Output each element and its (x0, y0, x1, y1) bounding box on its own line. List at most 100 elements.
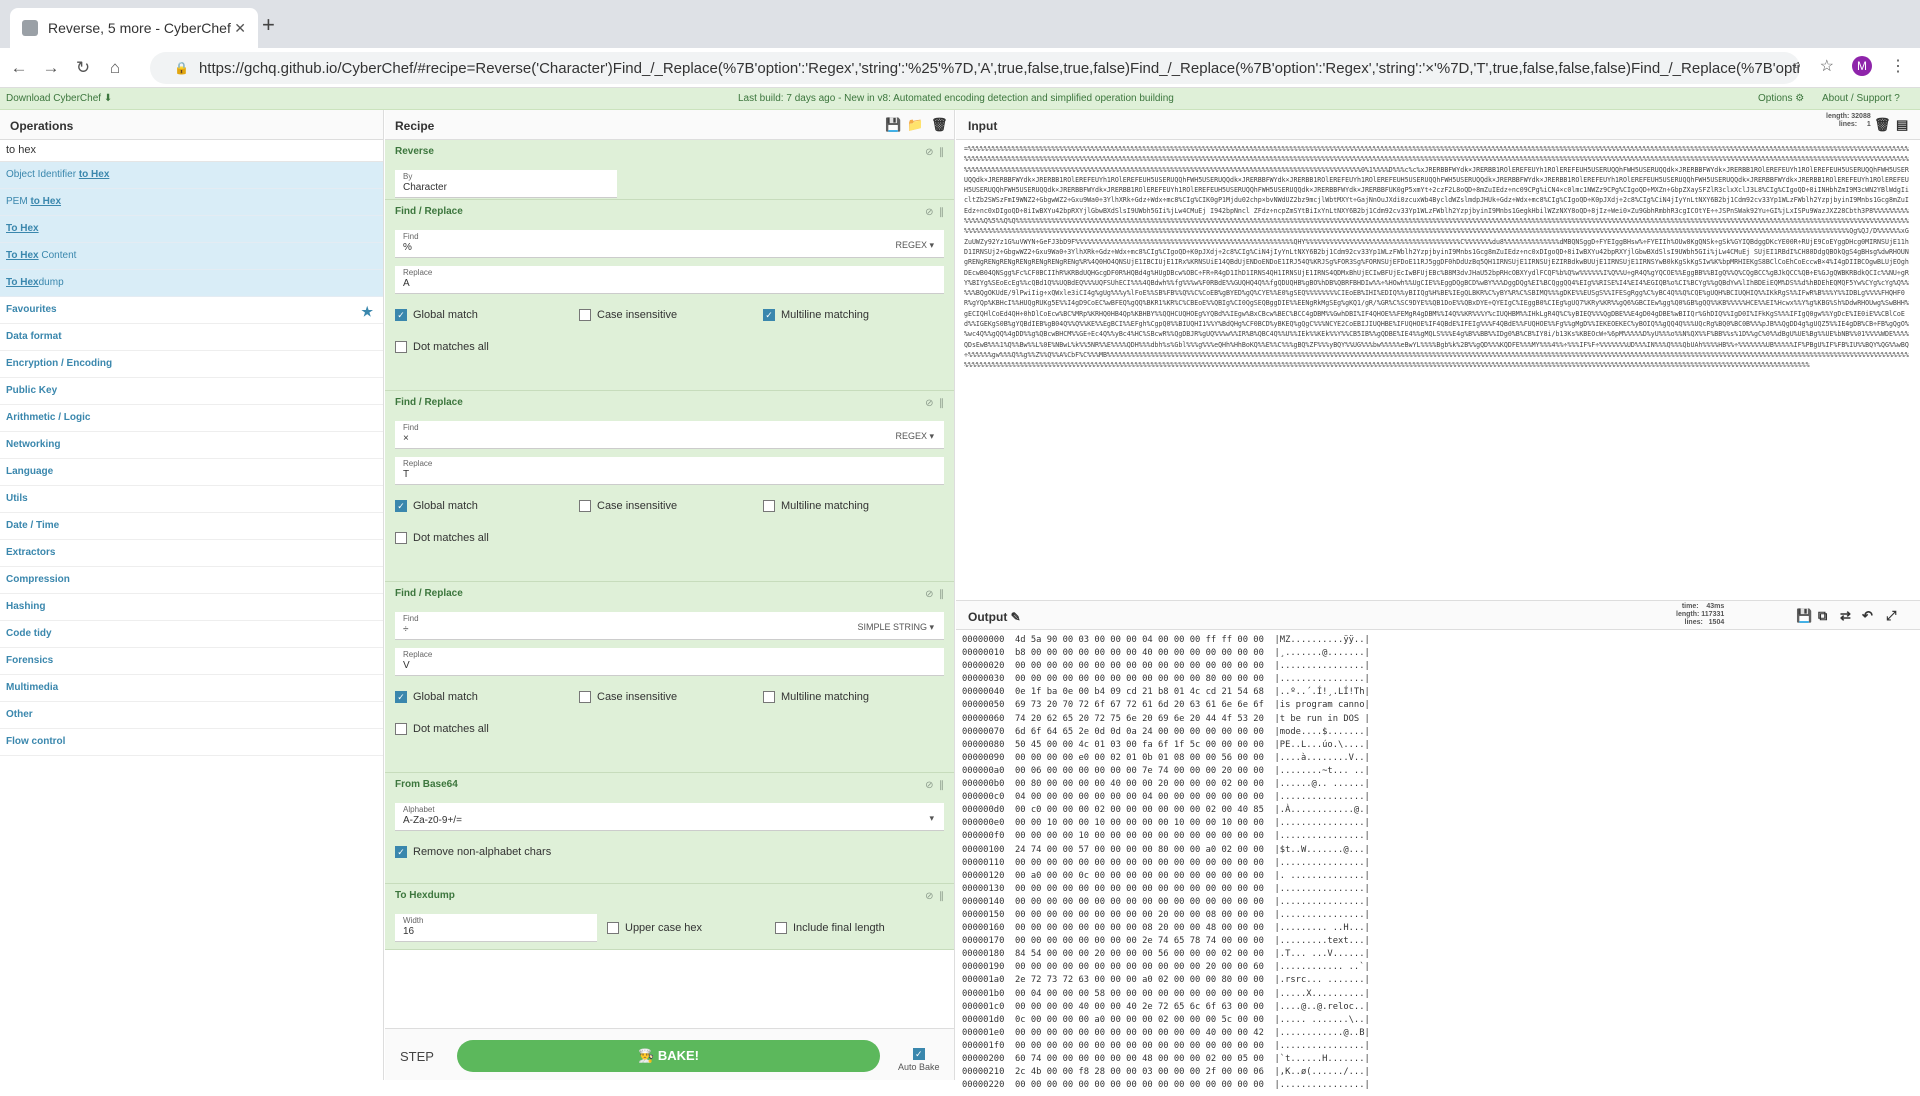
hexdump-line: 00000130 00 00 00 00 00 00 00 00 00 00 0… (962, 883, 1914, 896)
alphabet-select[interactable]: AlphabetA-Za-z0-9+/=▾ (395, 803, 944, 831)
global-match-checkbox[interactable]: ✓Global match (395, 500, 579, 512)
category-networking[interactable]: Networking (0, 432, 383, 459)
dot-matches-all-checkbox[interactable]: Dot matches all (395, 341, 489, 353)
mode-value: REGEX (895, 240, 927, 250)
output-meta: time: 43ms length: 117331 lines: 1504 (1676, 603, 1724, 627)
upper-case-hex-checkbox[interactable]: Upper case hex (607, 922, 775, 934)
url-field[interactable]: 🔒https://gchq.github.io/CyberChef/#recip… (150, 52, 1800, 84)
category-language[interactable]: Language (0, 459, 383, 486)
category-date-time[interactable]: Date / Time (0, 513, 383, 540)
menu-icon[interactable]: ⋮ (1890, 56, 1906, 76)
category-utils[interactable]: Utils (0, 486, 383, 513)
find-input[interactable]: Find%REGEX ▾ (395, 230, 944, 258)
op-controls[interactable]: ⊘ ∥ (925, 398, 944, 409)
copy-icon[interactable]: ⧉ (1818, 608, 1827, 624)
mode-dropdown[interactable]: SIMPLE STRING ▾ (857, 622, 934, 633)
operation-result[interactable]: To Hexdump (0, 270, 383, 297)
category-encryption-encoding[interactable]: Encryption / Encoding (0, 351, 383, 378)
category-other[interactable]: Other (0, 702, 383, 729)
mode-dropdown[interactable]: REGEX ▾ (895, 240, 934, 251)
home-icon[interactable]: ⌂ (102, 58, 128, 78)
category-arithmetic-logic[interactable]: Arithmetic / Logic (0, 405, 383, 432)
category-compression[interactable]: Compression (0, 567, 383, 594)
save-icon[interactable]: 💾 (1796, 608, 1812, 624)
by-select[interactable]: ByCharacter (395, 170, 617, 198)
case-insensitive-checkbox[interactable]: Case insensitive (579, 500, 763, 512)
operation-result[interactable]: To Hex (0, 216, 383, 243)
width-input[interactable]: Width16 (395, 914, 597, 942)
hexdump-line: 000001a0 2e 72 73 72 63 00 00 00 a0 02 0… (962, 974, 1914, 987)
profile-avatar[interactable]: M (1852, 56, 1872, 76)
layout-icon[interactable]: ▤ (1896, 117, 1908, 133)
find-input[interactable]: Find×REGEX ▾ (395, 421, 944, 449)
remove-non-alphabet-checkbox[interactable]: ✓Remove non-alphabet chars (395, 846, 551, 858)
input-textarea[interactable]: =%%%%%%%%%%%%%%%%%%%%%%%%%%%%%%%%%%%%%%%… (956, 140, 1920, 600)
category-flow-control[interactable]: Flow control (0, 729, 383, 756)
case-insensitive-checkbox[interactable]: Case insensitive (579, 691, 763, 703)
replace-input[interactable]: ReplaceA (395, 266, 944, 294)
mode-dropdown[interactable]: REGEX ▾ (895, 431, 934, 442)
replace-input[interactable]: ReplaceV (395, 648, 944, 676)
multiline-checkbox[interactable]: Multiline matching (763, 691, 869, 703)
undo-icon[interactable]: ↶ (1862, 608, 1873, 624)
trash-icon[interactable]: 🗑 (1874, 117, 1891, 133)
zoom-icon[interactable]: ⌕ (1793, 57, 1802, 75)
step-button[interactable]: STEP (400, 1049, 434, 1064)
operation-result[interactable]: PEM to Hex (0, 189, 383, 216)
category-code-tidy[interactable]: Code tidy (0, 621, 383, 648)
maximise-icon[interactable]: ⤢ (1886, 608, 1896, 624)
replace-input-icon[interactable]: ⇄ (1840, 608, 1851, 624)
category-public-key[interactable]: Public Key (0, 378, 383, 405)
dot-matches-all-checkbox[interactable]: Dot matches all (395, 723, 489, 735)
auto-bake-checkbox[interactable]: ✓Auto Bake (898, 1048, 940, 1072)
op-controls[interactable]: ⊘ ∥ (925, 147, 944, 158)
output-textarea[interactable]: 00000000 4d 5a 90 00 03 00 00 00 04 00 0… (956, 630, 1920, 1096)
chevron-down-icon[interactable]: ▾ (929, 813, 934, 824)
category-multimedia[interactable]: Multimedia (0, 675, 383, 702)
browser-tab[interactable]: Reverse, 5 more - CyberChef ✕ (10, 8, 258, 48)
folder-icon[interactable]: 📁 (907, 117, 923, 133)
download-label: Download CyberChef (6, 93, 101, 104)
dot-matches-all-checkbox[interactable]: Dot matches all (395, 532, 489, 544)
global-match-checkbox[interactable]: ✓Global match (395, 691, 579, 703)
op-controls[interactable]: ⊘ ∥ (925, 891, 944, 902)
category-favourites[interactable]: Favourites★ (0, 297, 383, 324)
download-link[interactable]: Download CyberChef ⬇ (6, 93, 112, 104)
include-final-length-checkbox[interactable]: Include final length (775, 922, 885, 934)
case-insensitive-checkbox[interactable]: Case insensitive (579, 309, 763, 321)
multiline-checkbox[interactable]: ✓Multiline matching (763, 309, 869, 321)
operation-result[interactable]: To Hex Content (0, 243, 383, 270)
save-icon[interactable]: 💾 (885, 117, 901, 133)
bake-button[interactable]: 👨‍🍳 BAKE! (457, 1040, 880, 1072)
magic-wand-icon[interactable]: ✎ (1011, 610, 1021, 624)
op-controls[interactable]: ⊘ ∥ (925, 589, 944, 600)
back-icon[interactable]: ← (6, 58, 32, 78)
close-tab-icon[interactable]: ✕ (234, 20, 246, 37)
about-link[interactable]: About / Support ? (1822, 93, 1900, 104)
operations-search-input[interactable]: to hex (0, 140, 383, 162)
multiline-checkbox[interactable]: Multiline matching (763, 500, 869, 512)
category-label: Hashing (6, 601, 45, 612)
operation-result[interactable]: Object Identifier to Hex (0, 162, 383, 189)
reload-icon[interactable]: ↻ (70, 58, 96, 78)
result-text: Content (39, 250, 77, 261)
chef-icon: 👨‍🍳 (638, 1048, 654, 1063)
category-data-format[interactable]: Data format (0, 324, 383, 351)
favourite-star-icon[interactable]: ★ (361, 304, 373, 320)
replace-input[interactable]: ReplaceT (395, 457, 944, 485)
op-controls[interactable]: ⊘ ∥ (925, 207, 944, 218)
op-controls[interactable]: ⊘ ∥ (925, 780, 944, 791)
category-hashing[interactable]: Hashing (0, 594, 383, 621)
global-match-checkbox[interactable]: ✓Global match (395, 309, 579, 321)
trash-icon[interactable]: 🗑 (931, 117, 948, 133)
forward-icon[interactable]: → (38, 58, 64, 78)
find-input[interactable]: Find÷SIMPLE STRING ▾ (395, 612, 944, 640)
from-base64-operation: From Base64 ⊘ ∥ AlphabetA-Za-z0-9+/=▾ ✓R… (385, 773, 954, 884)
category-forensics[interactable]: Forensics (0, 648, 383, 675)
options-link[interactable]: Options ⚙ (1758, 93, 1804, 104)
new-tab-icon[interactable]: + (262, 12, 275, 38)
category-extractors[interactable]: Extractors (0, 540, 383, 567)
field-label: Find (403, 232, 936, 241)
hexdump-line: 00000000 4d 5a 90 00 03 00 00 00 04 00 0… (962, 634, 1914, 647)
bookmark-star-icon[interactable]: ☆ (1820, 56, 1834, 76)
